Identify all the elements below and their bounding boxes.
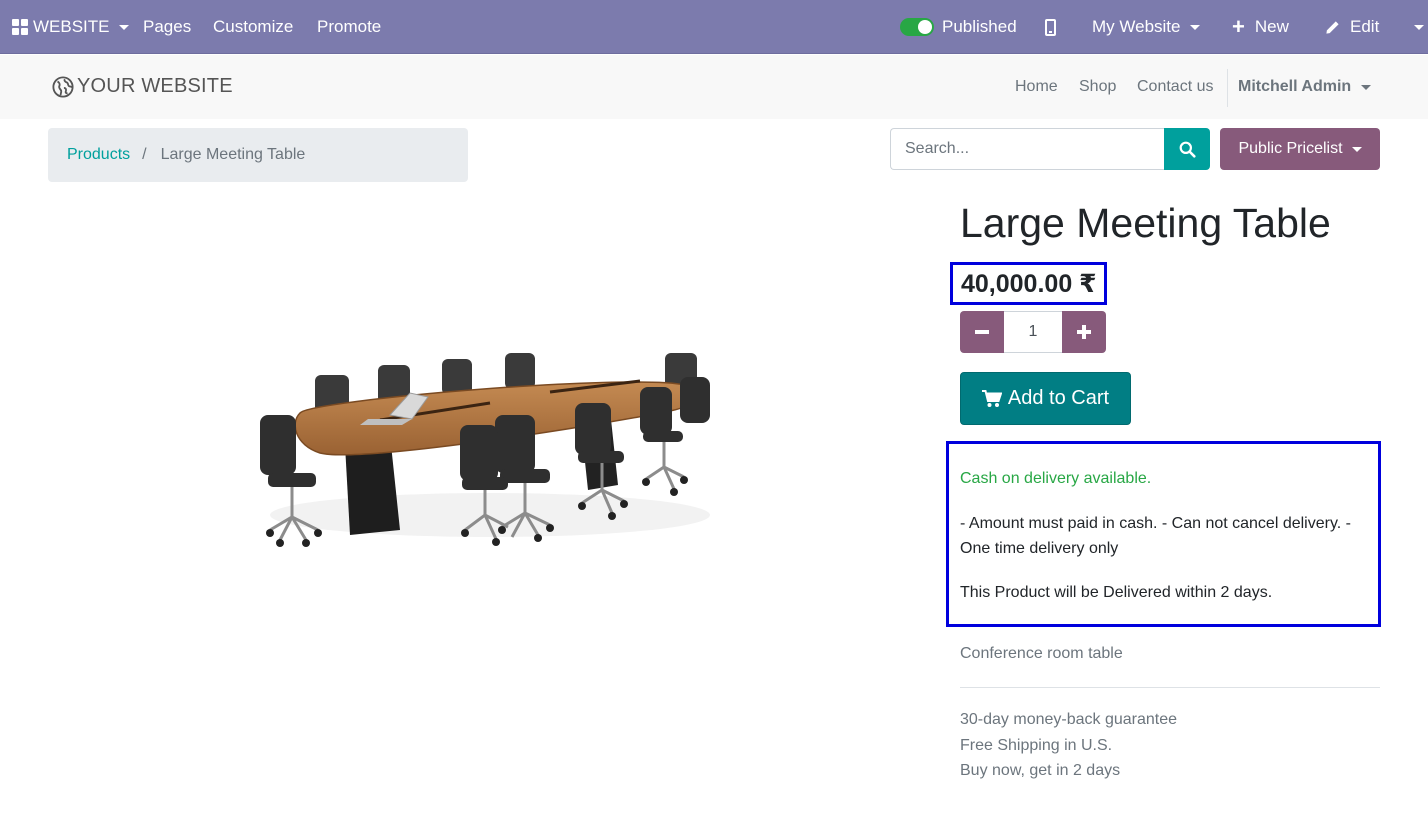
cod-delivery-text: This Product will be Delivered within 2 … xyxy=(960,584,1273,601)
more-dropdown[interactable] xyxy=(1405,0,1424,54)
product-image xyxy=(260,353,710,547)
breadcrumb-current: Large Meeting Table xyxy=(160,146,306,163)
apps-icon xyxy=(12,19,28,35)
search-button[interactable] xyxy=(1164,128,1210,170)
logo-text: YOUR WEBSITE xyxy=(77,75,233,97)
edit-button[interactable]: Edit xyxy=(1325,0,1379,54)
search-input[interactable] xyxy=(890,128,1166,170)
caret-down-icon xyxy=(1189,24,1200,30)
quantity-input[interactable] xyxy=(1004,311,1062,353)
terms-item: Buy now, get in 2 days xyxy=(960,762,1121,779)
mobile-icon xyxy=(1045,18,1056,36)
add-to-cart-label: Add to Cart xyxy=(1007,387,1110,409)
editor-topbar: WEBSITE Pages Customize Promote Publishe… xyxy=(0,0,1428,54)
edit-label: Edit xyxy=(1350,17,1380,36)
mobile-preview-button[interactable] xyxy=(1045,0,1056,54)
cod-conditions-text: - Amount must paid in cash. - Can not ca… xyxy=(960,515,1351,557)
divider xyxy=(960,687,1380,688)
website-menu-label: WEBSITE xyxy=(33,17,110,36)
site-header: YOUR WEBSITE Home Shop Contact us Mitche… xyxy=(0,55,1428,119)
shopping-cart-icon xyxy=(981,389,1002,408)
new-label: New xyxy=(1254,17,1289,36)
product-short-description: Conference room table xyxy=(960,645,1123,662)
search-icon xyxy=(1179,141,1196,158)
caret-down-icon xyxy=(1361,84,1372,90)
my-website-label: My Website xyxy=(1092,17,1181,36)
product-terms: 30-day money-back guarantee Free Shippin… xyxy=(960,707,1177,784)
pencil-icon xyxy=(1325,20,1340,35)
published-label: Published xyxy=(942,17,1017,36)
quantity-stepper xyxy=(960,311,1106,353)
pricelist-label: Public Pricelist xyxy=(1238,140,1343,157)
toggle-switch-icon xyxy=(900,18,934,36)
cod-available-text: Cash on delivery available. xyxy=(960,470,1152,487)
quantity-increase-button[interactable] xyxy=(1062,311,1106,353)
pages-menu[interactable]: Pages xyxy=(143,0,191,54)
website-menu[interactable]: WEBSITE xyxy=(12,0,129,54)
nav-divider xyxy=(1227,69,1228,107)
breadcrumb-products-link[interactable]: Products xyxy=(67,146,130,164)
pricelist-dropdown[interactable]: Public Pricelist xyxy=(1220,128,1380,170)
site-logo[interactable]: YOUR WEBSITE xyxy=(52,75,233,98)
caret-down-icon xyxy=(118,24,129,30)
user-menu[interactable]: Mitchell Admin xyxy=(1238,55,1372,119)
breadcrumb-separator: / xyxy=(142,146,147,163)
published-toggle[interactable]: Published xyxy=(900,0,1017,54)
new-button[interactable]: + New xyxy=(1232,0,1289,54)
cod-info-box: Cash on delivery available. - Amount mus… xyxy=(946,441,1381,627)
nav-contact-us[interactable]: Contact us xyxy=(1137,55,1213,119)
promote-menu[interactable]: Promote xyxy=(317,0,381,54)
caret-down-icon xyxy=(1414,24,1424,30)
add-to-cart-button[interactable]: Add to Cart xyxy=(960,372,1131,425)
globe-icon xyxy=(52,75,74,98)
price-highlight: 40,000.00 ₹ xyxy=(950,262,1107,305)
terms-item: Free Shipping in U.S. xyxy=(960,736,1113,754)
minus-icon xyxy=(975,330,989,334)
breadcrumb: Products / Large Meeting Table xyxy=(48,128,468,182)
caret-down-icon xyxy=(1351,146,1362,152)
terms-item: 30-day money-back guarantee xyxy=(960,711,1178,728)
user-name: Mitchell Admin xyxy=(1238,78,1352,95)
my-website-menu[interactable]: My Website xyxy=(1092,0,1200,54)
product-price: 40,000.00 ₹ xyxy=(961,269,1097,298)
quantity-decrease-button[interactable] xyxy=(960,311,1004,353)
product-title: Large Meeting Table xyxy=(960,200,1331,246)
plus-icon xyxy=(1077,325,1091,339)
customize-menu[interactable]: Customize xyxy=(213,0,293,54)
plus-icon: + xyxy=(1232,14,1245,39)
nav-home[interactable]: Home xyxy=(1015,55,1058,119)
nav-shop[interactable]: Shop xyxy=(1079,55,1116,119)
